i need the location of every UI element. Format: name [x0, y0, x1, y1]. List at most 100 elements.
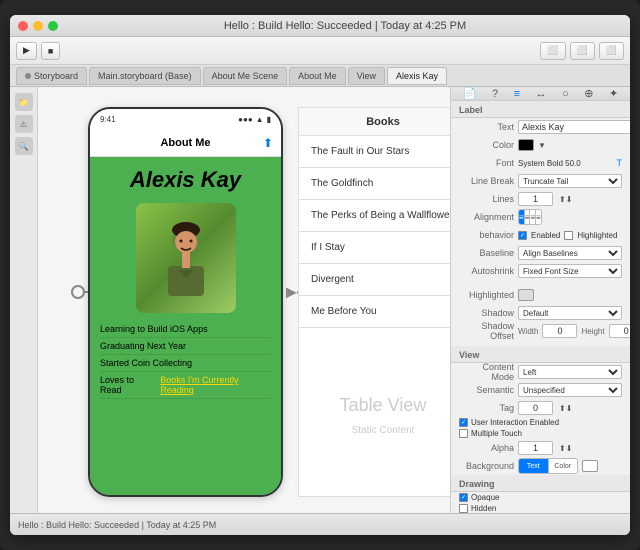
inspector-opaque-row: ✓ Opaque — [451, 492, 630, 503]
inspector-alpha-input[interactable] — [518, 441, 553, 455]
inspector-alignment-segment: ≡ ≡ ≡ ≡ — [518, 209, 542, 225]
inspector-text-row: Text — [451, 118, 630, 136]
inspector-hidden-row: Hidden — [451, 503, 630, 513]
nav-icon-folder[interactable]: 📁 — [15, 93, 33, 111]
inspector-color-value: ▼ — [538, 141, 546, 150]
tab-about-me[interactable]: About Me — [289, 67, 346, 85]
inspector-file-icon[interactable]: 📄 — [463, 87, 477, 100]
inspector-toggle[interactable]: ⬜ — [599, 42, 624, 60]
inspector-color-row: Color ▼ — [451, 136, 630, 154]
inspector-color-swatch[interactable] — [518, 139, 534, 151]
inspector-multiple-touch-checkbox[interactable] — [459, 429, 468, 438]
inspector-view-section: View — [451, 346, 630, 363]
inspector-highlighted-checkbox[interactable] — [564, 231, 573, 240]
tab-main-storyboard[interactable]: Main.storyboard (Base) — [89, 67, 201, 85]
nav-icon-search[interactable]: 🔍 — [15, 137, 33, 155]
debug-toggle[interactable]: ⬜ — [570, 42, 595, 60]
tab-about-me-scene[interactable]: About Me Scene — [203, 67, 288, 85]
status-bar: Hello : Build Hello: Succeeded | Today a… — [10, 513, 630, 535]
inspector-alignment-row: Alignment ≡ ≡ ≡ ≡ — [451, 208, 630, 226]
inspector-interaction-checkbox[interactable]: ✓ — [459, 418, 468, 427]
inspector-content-mode-select[interactable]: Left — [518, 365, 622, 379]
share-icon[interactable]: ⬆ — [263, 136, 273, 150]
inspector-background-label: Background — [459, 461, 514, 471]
inspector-font-edit[interactable]: T — [617, 158, 623, 168]
inspector-hidden-label: Hidden — [471, 504, 496, 513]
book-item-2[interactable]: The Perks of Being a Wallflower — [299, 200, 450, 232]
tab-dot — [25, 73, 31, 79]
inspector-opaque-checkbox[interactable]: ✓ — [459, 493, 468, 502]
inspector-tag-stepper[interactable]: ⬆⬇ — [559, 404, 572, 413]
inspector-alpha-stepper[interactable]: ⬆⬇ — [559, 444, 572, 453]
inspector-tag-input[interactable] — [518, 401, 553, 415]
inspector-lines-stepper[interactable]: ⬆⬇ — [559, 195, 572, 204]
minimize-button[interactable] — [33, 21, 43, 31]
main-content: 📁 ⚠ 🔍 ▶ 9:41 ●●● — [10, 87, 630, 513]
book-item-0[interactable]: The Fault in Our Stars — [299, 136, 450, 168]
inspector-tag-label: Tag — [459, 403, 514, 413]
inspector-text-label: Text — [459, 122, 514, 132]
book-item-3[interactable]: If I Stay — [299, 232, 450, 264]
wifi-icon: ▲ — [256, 115, 264, 124]
inspector-behavior-row: behavior ✓ Enabled Highlighted — [451, 226, 630, 244]
book-item-5[interactable]: Me Before You — [299, 296, 450, 328]
navigator-panel: 📁 ⚠ 🔍 — [10, 87, 38, 513]
inspector-drawing-section: Drawing — [451, 475, 630, 492]
canvas-area[interactable]: ▶ 9:41 ●●● ▲ ▮ About Me — [38, 87, 450, 513]
laptop-frame: Hello : Build Hello: Succeeded | Today a… — [0, 0, 640, 550]
books-link[interactable]: Books I'm Currently Reading — [160, 375, 271, 395]
close-button[interactable] — [18, 21, 28, 31]
book-item-4[interactable]: Divergent — [299, 264, 450, 296]
book-item-1[interactable]: The Goldfinch — [299, 168, 450, 200]
inspector-bindings-icon[interactable]: ⊕ — [584, 87, 593, 100]
inspector-highlighted-swatch[interactable] — [518, 289, 534, 301]
xcode-window: Hello : Build Hello: Succeeded | Today a… — [10, 15, 630, 535]
inspector-shadow-width[interactable] — [542, 324, 577, 338]
photo-placeholder — [136, 203, 236, 313]
inspector-lines-input[interactable] — [518, 192, 553, 206]
inspector-semantic-select[interactable]: Unspecified — [518, 383, 622, 397]
inspector-shadow-offset-label: Shadow Offset — [459, 321, 514, 341]
iphone-time: 9:41 — [100, 115, 116, 124]
inspector-text-input[interactable] — [518, 120, 630, 134]
tab-alexis-kay[interactable]: Alexis Kay — [387, 67, 447, 85]
inspector-enabled-checkbox[interactable]: ✓ — [518, 231, 527, 240]
traffic-lights — [18, 21, 58, 31]
inspector-shadow-width-label: Width — [518, 327, 538, 336]
tab-bar: Storyboard Main.storyboard (Base) About … — [10, 65, 630, 87]
inspector-attributes-icon[interactable]: ≡ — [514, 88, 520, 100]
fact-item-0: Learning to Build iOS Apps — [100, 321, 271, 338]
inspector-highlighted-color-label: Highlighted — [459, 290, 514, 300]
inspector-interaction-label: User Interaction Enabled — [471, 418, 559, 427]
run-button[interactable]: ▶ — [16, 42, 37, 60]
inspector-shadow-height[interactable] — [609, 324, 630, 338]
tab-view[interactable]: View — [348, 67, 385, 85]
iphone-status-icons: ●●● ▲ ▮ — [238, 115, 271, 124]
inspector-shadow-row: Shadow Default — [451, 304, 630, 322]
inspector-font-label: Font — [459, 158, 514, 168]
inspector-enabled-label: Enabled — [531, 231, 560, 240]
navigator-toggle[interactable]: ⬜ — [540, 42, 565, 60]
inspector-connections-icon[interactable]: ○ — [562, 88, 569, 100]
align-justify-btn[interactable]: ≡ — [536, 210, 541, 224]
inspector-autoshrink-label: Autoshrink — [459, 266, 514, 276]
inspector-quick-help-icon[interactable]: ? — [492, 88, 498, 100]
inspector-hidden-checkbox[interactable] — [459, 504, 468, 513]
inspector-autoshrink-select[interactable]: Fixed Font Size — [518, 264, 622, 278]
inspector-size-icon[interactable]: ↔ — [536, 88, 547, 100]
nav-icon-warning[interactable]: ⚠ — [15, 115, 33, 133]
window-title: Hello : Build Hello: Succeeded | Today a… — [68, 20, 622, 32]
title-bar: Hello : Build Hello: Succeeded | Today a… — [10, 15, 630, 37]
tab-storyboard[interactable]: Storyboard — [16, 67, 87, 85]
inspector-shadow-select[interactable]: Default — [518, 306, 622, 320]
inspector-bg-swatch[interactable] — [582, 460, 598, 472]
maximize-button[interactable] — [48, 21, 58, 31]
bg-text-btn[interactable]: Text — [519, 459, 549, 473]
inspector-line-break-select[interactable]: Truncate Tail — [518, 174, 622, 188]
inspector-alignment-label: Alignment — [459, 212, 514, 222]
stop-button[interactable]: ■ — [41, 42, 60, 60]
bg-color-btn[interactable]: Color — [549, 459, 578, 473]
inspector-baseline-select[interactable]: Align Baselines — [518, 246, 622, 260]
inspector-effects-icon[interactable]: ✦ — [609, 87, 618, 100]
inspector-multiple-touch-row: Multiple Touch — [451, 428, 630, 439]
